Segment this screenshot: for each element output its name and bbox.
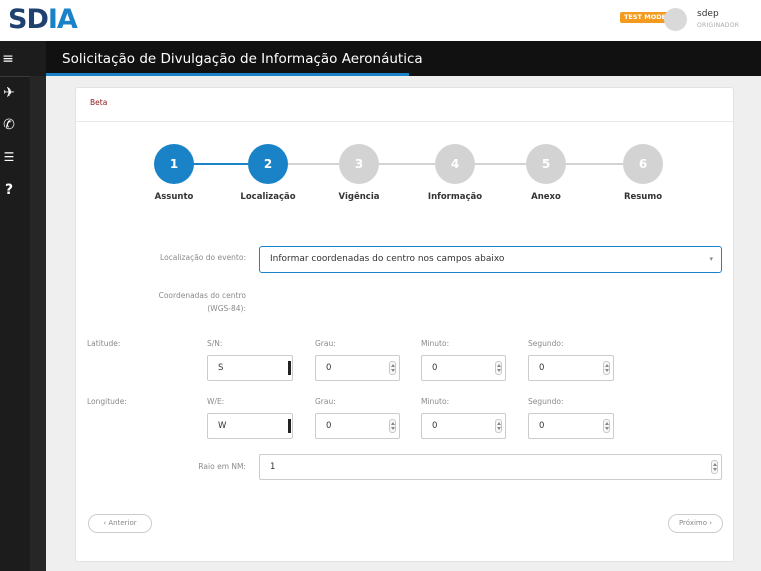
main-content: Beta 1 2 3 4 5 6 Assunto Localização Vig… — [46, 76, 761, 571]
lat-deg-label: Grau: — [315, 339, 336, 348]
lon-dir-label: W/E: — [207, 397, 225, 406]
previous-button[interactable]: ‹ Anterior — [88, 514, 152, 533]
chevron-down-icon: ▾ — [709, 255, 713, 263]
step-circle-1[interactable]: 1 — [154, 144, 194, 184]
radius-label: Raio em NM: — [198, 462, 246, 471]
spinner-icon[interactable] — [495, 419, 502, 433]
spinner-icon[interactable] — [603, 419, 610, 433]
lon-min-value: 0 — [432, 421, 438, 431]
lon-min-input[interactable]: 0 — [421, 413, 506, 439]
sidebar-rail — [30, 76, 46, 571]
step-label-resumo: Resumo — [623, 192, 663, 202]
lon-dir-value: W — [218, 421, 227, 431]
title-bar: Solicitação de Divulgação de Informação … — [46, 41, 761, 76]
coords-label: Coordenadas do centro — [158, 291, 246, 300]
list-icon[interactable]: ☰ — [0, 150, 18, 164]
lon-deg-input[interactable]: 0 — [315, 413, 400, 439]
menu-icon[interactable]: ≡ — [0, 51, 16, 67]
select-arrow-icon — [288, 419, 291, 433]
step-circle-6[interactable]: 6 — [623, 144, 663, 184]
app-logo[interactable]: SDIA — [8, 4, 78, 35]
longitude-label: Longitude: — [87, 397, 127, 406]
step-label-assunto: Assunto — [154, 192, 194, 202]
avatar[interactable] — [664, 8, 687, 31]
form-card: Beta 1 2 3 4 5 6 Assunto Localização Vig… — [75, 87, 734, 562]
spinner-icon[interactable] — [711, 460, 718, 474]
step-circle-4[interactable]: 4 — [435, 144, 475, 184]
coords-datum-label: (WGS-84): — [207, 304, 246, 313]
test-mode-badge: TEST MODE — [620, 12, 671, 23]
beta-label: Beta — [90, 98, 108, 107]
lat-deg-value: 0 — [326, 363, 332, 373]
spinner-icon[interactable] — [389, 419, 396, 433]
step-connector — [566, 163, 623, 165]
step-connector — [193, 163, 248, 165]
radius-value: 1 — [270, 462, 276, 472]
spinner-icon[interactable] — [389, 361, 396, 375]
user-role: ORIGINADOR — [697, 22, 740, 29]
step-label-anexo: Anexo — [531, 192, 561, 202]
page-title: Solicitação de Divulgação de Informação … — [62, 51, 423, 67]
lon-sec-input[interactable]: 0 — [528, 413, 614, 439]
step-circle-3[interactable]: 3 — [339, 144, 379, 184]
radius-input[interactable]: 1 — [259, 454, 722, 480]
step-circle-2[interactable]: 2 — [248, 144, 288, 184]
spinner-icon[interactable] — [603, 361, 610, 375]
phone-icon[interactable]: ✆ — [0, 117, 18, 133]
lat-deg-input[interactable]: 0 — [315, 355, 400, 381]
spinner-icon[interactable] — [495, 361, 502, 375]
lon-dir-select[interactable]: W — [207, 413, 293, 439]
lat-dir-value: S — [218, 363, 224, 373]
step-connector — [475, 163, 526, 165]
lat-sec-value: 0 — [539, 363, 545, 373]
lat-dir-label: S/N: — [207, 339, 223, 348]
lat-min-value: 0 — [432, 363, 438, 373]
lon-min-label: Minuto: — [421, 397, 450, 406]
next-button[interactable]: Próximo › — [668, 514, 723, 533]
step-connector — [379, 163, 435, 165]
lon-sec-value: 0 — [539, 421, 545, 431]
lat-sec-input[interactable]: 0 — [528, 355, 614, 381]
lon-deg-label: Grau: — [315, 397, 336, 406]
step-circle-5[interactable]: 5 — [526, 144, 566, 184]
step-label-informacao: Informação — [427, 192, 483, 202]
card-divider — [76, 121, 733, 122]
location-select[interactable]: Informar coordenadas do centro nos campo… — [259, 246, 722, 273]
step-label-localizacao: Localização — [240, 192, 296, 202]
location-select-value: Informar coordenadas do centro nos campo… — [270, 254, 505, 264]
lat-min-label: Minuto: — [421, 339, 450, 348]
sidebar: ≡ ✈ ✆ ☰ ? — [0, 41, 46, 571]
latitude-label: Latitude: — [87, 339, 121, 348]
step-label-vigencia: Vigência — [338, 192, 380, 202]
lon-sec-label: Segundo: — [528, 397, 564, 406]
user-name[interactable]: sdep — [697, 9, 719, 19]
lat-min-input[interactable]: 0 — [421, 355, 506, 381]
plane-icon[interactable]: ✈ — [0, 85, 18, 101]
lat-dir-select[interactable]: S — [207, 355, 293, 381]
top-header: SDIA TEST MODE sdep ORIGINADOR — [0, 0, 761, 41]
lon-deg-value: 0 — [326, 421, 332, 431]
select-arrow-icon — [288, 361, 291, 375]
step-connector — [288, 163, 339, 165]
location-label: Localização do evento: — [160, 253, 246, 262]
help-icon[interactable]: ? — [0, 182, 18, 198]
lat-sec-label: Segundo: — [528, 339, 564, 348]
